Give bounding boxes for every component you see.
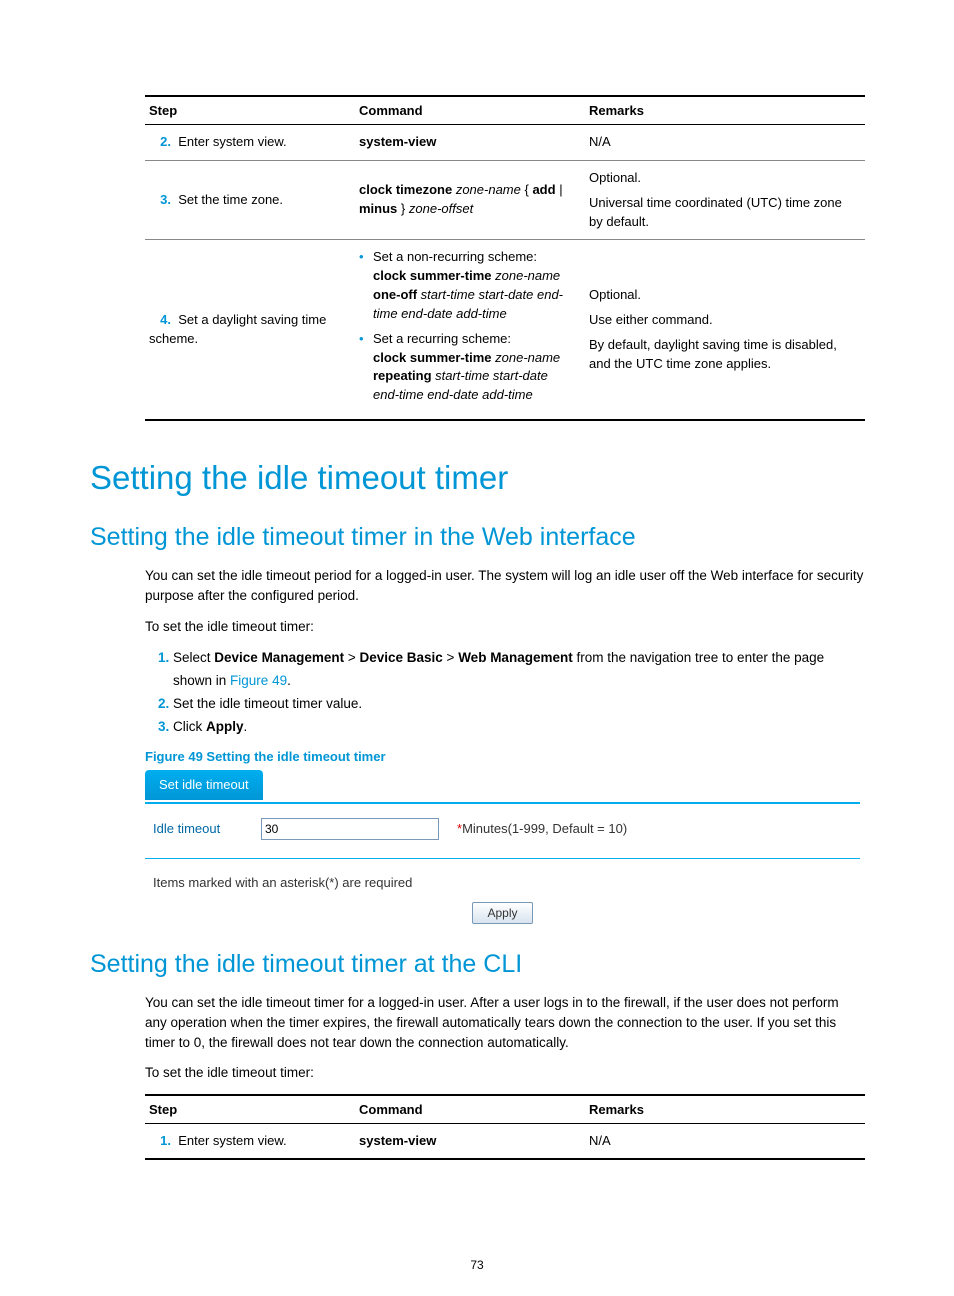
table-row: 2. Enter system view. system-view N/A bbox=[145, 125, 865, 161]
th-step: Step bbox=[145, 1095, 355, 1124]
remarks-text: Optional. Use either command. By default… bbox=[585, 240, 865, 420]
figure-link[interactable]: Figure 49 bbox=[230, 673, 287, 688]
step-number: 3. bbox=[149, 191, 171, 210]
remarks-text: N/A bbox=[585, 125, 865, 161]
command-table-clock: Step Command Remarks 2. Enter system vie… bbox=[145, 95, 865, 421]
steps-list: Select Device Management > Device Basic … bbox=[145, 647, 864, 739]
required-note: Items marked with an asterisk(*) are req… bbox=[145, 858, 860, 896]
remarks-text: Optional. Universal time coordinated (UT… bbox=[585, 160, 865, 240]
idle-timeout-input[interactable] bbox=[261, 818, 439, 840]
heading-idle-timeout-web: Setting the idle timeout timer in the We… bbox=[90, 523, 864, 552]
apply-button[interactable]: Apply bbox=[472, 902, 532, 924]
list-item: Click Apply. bbox=[173, 716, 864, 739]
table-row: 4. Set a daylight saving time scheme. Se… bbox=[145, 240, 865, 420]
tab-set-idle-timeout[interactable]: Set idle timeout bbox=[145, 770, 263, 800]
th-remarks: Remarks bbox=[585, 1095, 865, 1124]
step-number: 4. bbox=[149, 311, 171, 330]
th-remarks: Remarks bbox=[585, 96, 865, 125]
th-command: Command bbox=[355, 1095, 585, 1124]
cmd-text: system-view bbox=[359, 1133, 436, 1148]
body-text: To set the idle timeout timer: bbox=[145, 617, 864, 637]
heading-idle-timeout-cli: Setting the idle timeout timer at the CL… bbox=[90, 950, 864, 979]
body-text: To set the idle timeout timer: bbox=[145, 1063, 864, 1083]
idle-timeout-label: Idle timeout bbox=[153, 821, 243, 836]
remarks-text: N/A bbox=[585, 1123, 865, 1159]
step-text: Set a daylight saving time scheme. bbox=[149, 312, 326, 346]
figure-caption: Figure 49 Setting the idle timeout timer bbox=[145, 749, 864, 764]
body-text: You can set the idle timeout period for … bbox=[145, 566, 864, 607]
body-text: You can set the idle timeout timer for a… bbox=[145, 993, 864, 1054]
cmd-text: Set a non-recurring scheme: clock summer… bbox=[355, 240, 585, 420]
page-number: 73 bbox=[0, 1258, 954, 1272]
table-row: 1. Enter system view. system-view N/A bbox=[145, 1123, 865, 1159]
list-item: Set the idle timeout timer value. bbox=[173, 693, 864, 716]
th-command: Command bbox=[355, 96, 585, 125]
cmd-text: clock timezone zone-name { add | minus }… bbox=[355, 160, 585, 240]
list-item: Select Device Management > Device Basic … bbox=[173, 647, 864, 693]
step-text: Set the time zone. bbox=[178, 192, 283, 207]
step-text: Enter system view. bbox=[178, 134, 286, 149]
idle-timeout-hint: *Minutes(1-999, Default = 10) bbox=[457, 821, 627, 836]
figure-idle-timeout: Set idle timeout Idle timeout *Minutes(1… bbox=[145, 770, 860, 924]
cmd-text: system-view bbox=[359, 134, 436, 149]
step-number: 2. bbox=[149, 133, 171, 152]
step-number: 1. bbox=[149, 1132, 171, 1151]
th-step: Step bbox=[145, 96, 355, 125]
heading-idle-timeout: Setting the idle timeout timer bbox=[90, 459, 864, 497]
command-table-idle: Step Command Remarks 1. Enter system vie… bbox=[145, 1094, 865, 1161]
table-row: 3. Set the time zone. clock timezone zon… bbox=[145, 160, 865, 240]
step-text: Enter system view. bbox=[178, 1133, 286, 1148]
